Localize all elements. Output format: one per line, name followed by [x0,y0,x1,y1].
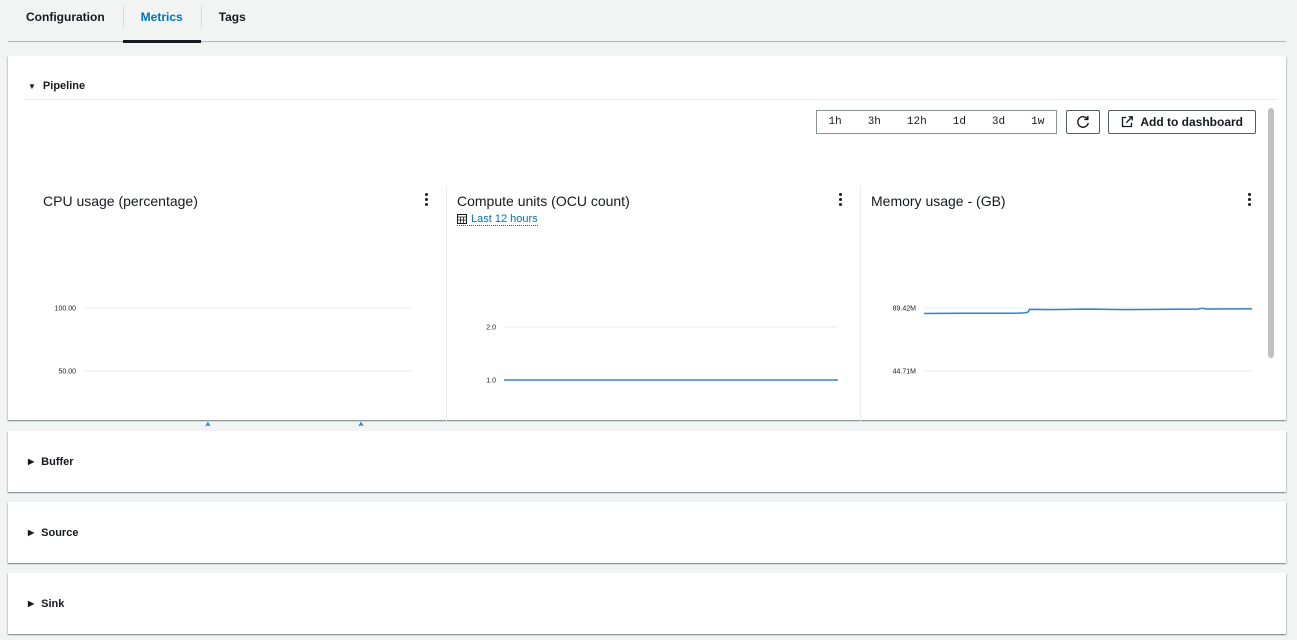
range-1d[interactable]: 1d [941,111,978,133]
metrics-dashboard: 1h 3h 12h 1d 3d 1w Add to dashboard CPU … [24,99,1277,446]
series-line[interactable] [923,307,1253,315]
tab-configuration[interactable]: Configuration [8,0,123,42]
caret-right-icon: ▶ [28,457,35,466]
memory-usage-chart: 044.71M89.42M08:0009:0010:00 [893,306,1253,376]
tab-bar: Configuration Metrics Tags [8,0,1286,43]
time-range-selector: 1h 3h 12h 1d 3d 1w [815,110,1058,134]
tab-metrics[interactable]: Metrics [122,0,201,43]
refresh-button[interactable] [1066,110,1101,134]
y-tick-label: 2.0 [486,325,496,332]
metrics-toolbar: 1h 3h 12h 1d 3d 1w Add to dashboard [815,110,1256,134]
add-to-dashboard-button[interactable]: Add to dashboard [1108,110,1256,134]
sink-section: ▶ Sink [8,573,1286,634]
compute-units-chart: 01.02.001:0004:0007:0010:00 [486,325,838,385]
buffer-section: ▶ Buffer [8,431,1286,492]
y-tick-label: 100.00 [55,306,77,313]
y-tick-label: 44.71M [893,369,917,376]
buffer-section-label: Buffer [41,455,74,468]
tab-tags[interactable]: Tags [200,0,264,42]
caret-down-icon: ▼ [28,81,36,91]
cpu-usage-widget: CPU usage (percentage) 050.00100.0008:00… [32,186,446,426]
buffer-section-header[interactable]: ▶ Buffer [8,431,1286,492]
y-tick-label: 50.00 [58,369,76,376]
external-link-icon [1122,116,1134,128]
add-to-dashboard-label: Add to dashboard [1140,115,1243,129]
range-1w[interactable]: 1w [1019,111,1056,133]
compute-units-widget: Compute units (OCU count) Last 12 hours … [446,186,860,426]
source-section-label: Source [41,526,79,539]
sink-section-header[interactable]: ▶ Sink [8,573,1286,634]
vertical-scrollbar[interactable] [1268,108,1274,358]
y-tick-label: 1.0 [486,378,496,385]
cpu-usage-chart: 050.00100.0008:0009:0010:00 [55,306,412,426]
series-line[interactable] [84,421,412,426]
range-1h[interactable]: 1h [817,111,854,133]
pipeline-section-label: Pipeline [42,80,86,92]
sink-section-label: Sink [41,597,65,610]
y-tick-label: 89.42M [893,306,917,313]
range-3d[interactable]: 3d [980,111,1017,133]
range-3h[interactable]: 3h [856,111,893,133]
memory-usage-widget: Memory usage - (GB) 044.71M89.42M08:0009… [860,186,1274,426]
pipeline-section: ▼ Pipeline 1h 3h 12h 1d 3d 1w Add to das… [8,56,1286,442]
widgets-area: 1h 3h 12h 1d 3d 1w Add to dashboard CPU … [32,100,1270,426]
source-section-header[interactable]: ▶ Source [8,502,1286,563]
range-12h[interactable]: 12h [895,111,939,133]
caret-right-icon: ▶ [28,599,35,608]
caret-right-icon: ▶ [28,528,35,537]
source-section: ▶ Source [8,502,1286,563]
refresh-icon [1077,115,1090,128]
